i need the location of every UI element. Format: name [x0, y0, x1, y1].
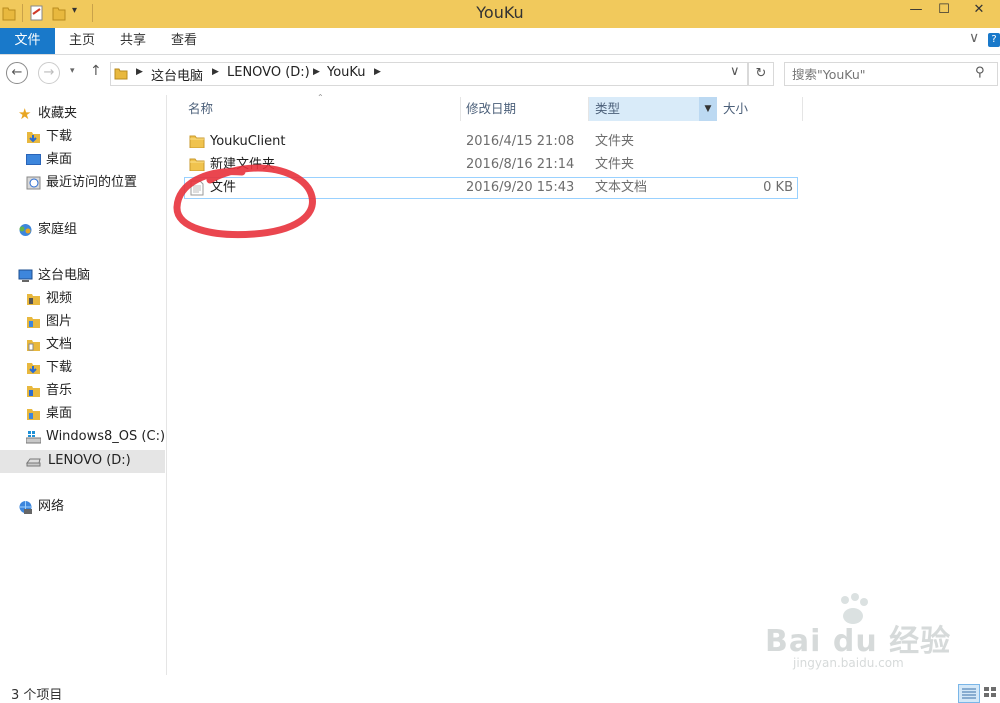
file-name: 文件 — [210, 180, 237, 195]
tab-file[interactable]: 文件 — [0, 28, 55, 54]
desktop-icon — [26, 154, 41, 165]
help-icon[interactable]: ? — [988, 33, 1000, 47]
downloads-icon — [27, 132, 40, 143]
folder-icon — [114, 68, 128, 80]
column-header-size[interactable]: 大小 — [723, 97, 748, 121]
network-icon — [19, 501, 32, 514]
file-row-focused[interactable]: 文件 2016/9/20 15:43 文本文档 0 KB — [184, 177, 798, 199]
file-type: 文件夹 — [595, 134, 635, 149]
breadcrumb-this-pc[interactable]: 这台电脑 — [151, 65, 203, 84]
chevron-right-icon[interactable]: ▶ — [313, 67, 320, 77]
baidu-watermark: Bai du 经验 jingyan.baidu.com — [765, 593, 955, 670]
drive-icon — [26, 458, 41, 467]
windows-drive-icon — [26, 431, 41, 444]
homegroup-icon — [19, 224, 32, 236]
file-date: 2016/8/16 21:14 — [466, 157, 575, 172]
column-header-type-hover[interactable]: 类型 ▼ — [589, 97, 717, 121]
chevron-right-icon[interactable]: ▶ — [374, 67, 381, 77]
search-box: ⚲ — [784, 62, 998, 86]
file-name: YoukuClient — [210, 134, 286, 149]
file-date: 2016/9/20 15:43 — [466, 180, 575, 195]
chevron-right-icon[interactable]: ▶ — [136, 67, 143, 77]
tab-view[interactable]: 查看 — [171, 28, 197, 54]
downloads-icon — [27, 363, 40, 374]
search-icon[interactable]: ⚲ — [975, 65, 985, 80]
address-history-chevron-icon[interactable]: ∨ — [730, 64, 740, 79]
desktop-icon — [27, 409, 40, 420]
chevron-right-icon[interactable]: ▶ — [212, 67, 219, 77]
back-arrow-icon[interactable]: ← — [6, 62, 28, 84]
up-arrow-icon[interactable]: ↑ — [90, 63, 102, 79]
filter-dropdown-chevron-icon[interactable]: ▼ — [699, 97, 717, 121]
documents-icon — [27, 340, 40, 351]
status-bar: 3 个项目 — [0, 680, 1000, 703]
watermark-brand: Bai du 经验 — [765, 624, 952, 659]
title-bar: ▾ YouKu — ☐ ✕ — [0, 0, 1000, 28]
file-row[interactable]: 新建文件夹 2016/8/16 21:14 文件夹 — [184, 154, 798, 175]
file-type: 文件夹 — [595, 157, 635, 172]
computer-icon — [18, 269, 33, 282]
recent-locations-chevron-icon[interactable]: ▾ — [70, 66, 75, 76]
file-size: 0 KB — [763, 180, 793, 195]
ribbon: 文件 主页 共享 查看 ∨ ? — [0, 28, 1000, 55]
text-document-icon — [190, 180, 204, 196]
column-header-name[interactable]: 名称 — [188, 97, 213, 121]
star-icon: ★ — [18, 105, 32, 123]
pictures-icon — [27, 317, 40, 328]
breadcrumb-lenovo-d[interactable]: LENOVO (D:) — [227, 65, 310, 80]
maximize-icon[interactable]: ☐ — [930, 0, 958, 20]
close-icon[interactable]: ✕ — [958, 0, 1000, 20]
tab-share[interactable]: 共享 — [120, 28, 146, 54]
tab-home[interactable]: 主页 — [69, 28, 95, 54]
folder-icon — [189, 158, 205, 171]
window-title: YouKu — [476, 3, 524, 22]
sidebar-item-drive-d[interactable]: LENOVO (D:) — [0, 450, 165, 473]
column-divider[interactable] — [802, 97, 803, 121]
folder-icon — [189, 135, 205, 148]
file-type: 文本文档 — [595, 180, 648, 195]
sort-ascending-icon: ⌃ — [317, 93, 324, 102]
details-view-icon[interactable] — [958, 684, 980, 703]
large-icons-view-icon[interactable] — [982, 684, 998, 701]
search-input[interactable] — [790, 63, 974, 85]
column-header-date[interactable]: 修改日期 — [466, 97, 516, 121]
breadcrumb-youku[interactable]: YouKu — [327, 65, 366, 80]
item-count: 3 个项目 — [11, 688, 63, 703]
forward-arrow-icon[interactable]: → — [38, 62, 60, 84]
file-name: 新建文件夹 — [210, 157, 276, 172]
expand-ribbon-chevron-icon[interactable]: ∨ — [969, 30, 979, 46]
minimize-icon[interactable]: — — [902, 0, 930, 20]
music-icon — [27, 386, 40, 397]
column-divider[interactable] — [460, 97, 461, 121]
recent-places-icon — [26, 176, 41, 190]
refresh-icon[interactable]: ↻ — [748, 62, 774, 86]
videos-icon — [27, 294, 40, 305]
file-date: 2016/4/15 21:08 — [466, 134, 575, 149]
address-bar[interactable] — [110, 62, 748, 86]
file-row[interactable]: YoukuClient 2016/4/15 21:08 文件夹 — [184, 131, 798, 152]
watermark-url: jingyan.baidu.com — [793, 656, 904, 670]
